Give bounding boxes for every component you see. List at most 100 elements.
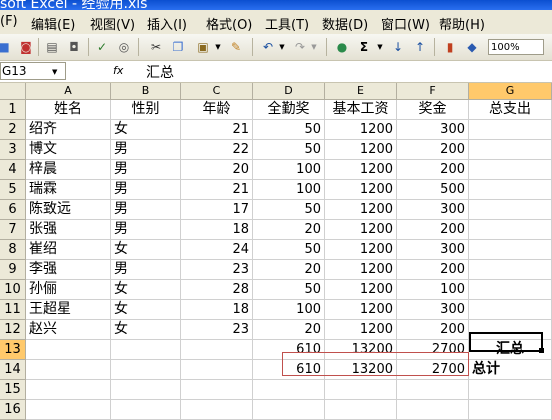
cell[interactable] (111, 340, 181, 360)
data-cell[interactable]: 300 (397, 200, 469, 220)
data-cell[interactable]: 200 (397, 220, 469, 240)
zoom-select[interactable]: 100% (488, 39, 544, 55)
cell[interactable] (469, 380, 552, 400)
data-cell[interactable]: 21 (181, 180, 253, 200)
data-cell[interactable]: 200 (397, 140, 469, 160)
column-header-c[interactable]: C (181, 83, 253, 100)
data-cell[interactable]: 女 (111, 280, 181, 300)
header-cell[interactable]: 年龄 (181, 100, 253, 120)
cell[interactable] (469, 280, 552, 300)
cell[interactable] (325, 400, 397, 420)
cell[interactable] (469, 200, 552, 220)
cell[interactable] (253, 380, 325, 400)
select-all-corner[interactable] (0, 83, 26, 100)
chevron-down-icon[interactable]: ▼ (52, 68, 57, 76)
drawing-icon[interactable]: ◆ (464, 39, 480, 55)
data-cell[interactable]: 50 (253, 120, 325, 140)
chevron-down-icon[interactable]: ▼ (306, 39, 322, 55)
header-cell[interactable]: 基本工资 (325, 100, 397, 120)
grand-total-label-cell[interactable]: 总计 (469, 360, 552, 380)
menu-file[interactable]: (F) (0, 14, 18, 29)
data-cell[interactable]: 100 (253, 300, 325, 320)
paste-icon[interactable]: ▣ (195, 39, 211, 55)
data-cell[interactable]: 18 (181, 220, 253, 240)
menu-data[interactable]: 数据(D) (322, 14, 368, 33)
row-header-6[interactable]: 6 (0, 200, 26, 220)
total-cell[interactable]: 610 (253, 340, 325, 360)
data-cell[interactable]: 1200 (325, 280, 397, 300)
total-cell[interactable]: 610 (253, 360, 325, 380)
cell[interactable] (26, 380, 111, 400)
data-cell[interactable]: 50 (253, 140, 325, 160)
data-cell[interactable]: 男 (111, 180, 181, 200)
data-cell[interactable]: 1200 (325, 180, 397, 200)
format-painter-icon[interactable]: ✎ (228, 39, 244, 55)
cell[interactable] (26, 400, 111, 420)
data-cell[interactable]: 梓晨 (26, 160, 111, 180)
menu-tools[interactable]: 工具(T) (265, 14, 309, 33)
save-icon[interactable]: ■ (0, 39, 12, 55)
cell[interactable] (469, 220, 552, 240)
function-icon[interactable]: fx (113, 64, 123, 77)
data-cell[interactable]: 1200 (325, 160, 397, 180)
cell[interactable] (26, 360, 111, 380)
cell[interactable] (111, 360, 181, 380)
data-cell[interactable]: 绍齐 (26, 120, 111, 140)
row-header-8[interactable]: 8 (0, 240, 26, 260)
hyperlink-icon[interactable]: ● (334, 39, 350, 55)
data-cell[interactable]: 1200 (325, 260, 397, 280)
data-cell[interactable]: 1200 (325, 320, 397, 340)
print-icon[interactable]: ▤ (44, 39, 60, 55)
cell[interactable] (469, 140, 552, 160)
data-cell[interactable]: 1200 (325, 240, 397, 260)
data-cell[interactable]: 500 (397, 180, 469, 200)
data-cell[interactable]: 1200 (325, 120, 397, 140)
data-cell[interactable]: 1200 (325, 300, 397, 320)
data-cell[interactable]: 1200 (325, 140, 397, 160)
row-header-12[interactable]: 12 (0, 320, 26, 340)
data-cell[interactable]: 24 (181, 240, 253, 260)
cell[interactable] (181, 380, 253, 400)
data-cell[interactable]: 50 (253, 240, 325, 260)
data-cell[interactable]: 女 (111, 320, 181, 340)
data-cell[interactable]: 男 (111, 200, 181, 220)
data-cell[interactable]: 50 (253, 200, 325, 220)
data-cell[interactable]: 陈致远 (26, 200, 111, 220)
cell[interactable] (469, 160, 552, 180)
copy-icon[interactable]: ❐ (170, 39, 186, 55)
data-cell[interactable]: 王超星 (26, 300, 111, 320)
sort-descending-icon[interactable]: ↑ (412, 39, 428, 55)
total-cell[interactable]: 2700 (397, 340, 469, 360)
data-cell[interactable]: 女 (111, 300, 181, 320)
row-header-15[interactable]: 15 (0, 380, 26, 400)
data-cell[interactable]: 男 (111, 160, 181, 180)
data-cell[interactable]: 28 (181, 280, 253, 300)
row-header-13[interactable]: 13 (0, 340, 26, 360)
data-cell[interactable]: 17 (181, 200, 253, 220)
row-header-4[interactable]: 4 (0, 160, 26, 180)
column-header-g[interactable]: G (469, 83, 552, 100)
row-header-10[interactable]: 10 (0, 280, 26, 300)
cell[interactable] (469, 240, 552, 260)
cell[interactable] (469, 320, 552, 340)
data-cell[interactable]: 21 (181, 120, 253, 140)
total-cell[interactable]: 13200 (325, 340, 397, 360)
fill-handle[interactable] (539, 348, 544, 353)
cell[interactable] (469, 260, 552, 280)
cell[interactable] (469, 120, 552, 140)
cut-icon[interactable]: ✂ (148, 39, 164, 55)
cell[interactable] (397, 400, 469, 420)
chevron-down-icon[interactable]: ▼ (372, 39, 388, 55)
cell[interactable] (397, 380, 469, 400)
menu-window[interactable]: 窗口(W) (381, 14, 430, 33)
data-cell[interactable]: 18 (181, 300, 253, 320)
cell[interactable] (469, 180, 552, 200)
cell[interactable] (26, 340, 111, 360)
data-cell[interactable]: 赵兴 (26, 320, 111, 340)
cell[interactable] (181, 360, 253, 380)
header-cell[interactable]: 性别 (111, 100, 181, 120)
menu-edit[interactable]: 编辑(E) (31, 14, 75, 33)
cell[interactable] (111, 400, 181, 420)
data-cell[interactable]: 200 (397, 260, 469, 280)
print-preview-icon[interactable]: ◘ (66, 39, 82, 55)
